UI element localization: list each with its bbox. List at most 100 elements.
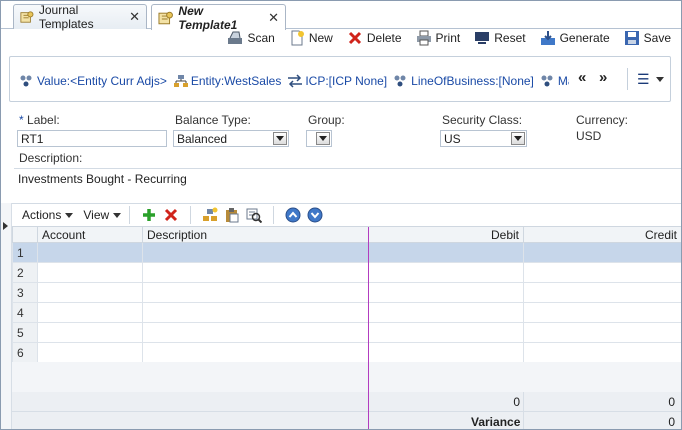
account-cell[interactable] bbox=[37, 282, 143, 303]
divider bbox=[627, 68, 628, 90]
chevron-down-icon[interactable] bbox=[273, 132, 287, 145]
grid-collapse-strip[interactable] bbox=[1, 203, 12, 429]
delete-row-icon[interactable] bbox=[163, 207, 179, 223]
pov-label: LineOfBusiness:[None] bbox=[411, 74, 534, 88]
close-icon[interactable]: ✕ bbox=[129, 9, 140, 25]
pov-previous-button[interactable]: « bbox=[578, 69, 586, 86]
add-row-icon[interactable] bbox=[141, 207, 157, 223]
debit-cell[interactable] bbox=[368, 282, 524, 303]
row-number: 5 bbox=[12, 322, 38, 343]
pov-next-button[interactable]: » bbox=[599, 69, 607, 86]
pov-menu-button[interactable]: ☰ bbox=[637, 71, 664, 88]
table-row[interactable]: 5 bbox=[12, 322, 681, 343]
pov-item-value[interactable]: Value:<Entity Curr Adjs> bbox=[19, 72, 167, 90]
currency-caption: Currency: bbox=[576, 113, 629, 127]
pov-item-markets[interactable]: Markets bbox=[540, 72, 569, 90]
label-input[interactable]: RT1 bbox=[17, 130, 167, 147]
description-cell[interactable] bbox=[142, 262, 369, 283]
print-label: Print bbox=[435, 31, 461, 45]
journal-lines-grid: Account Description Debit Credit 1 2 3 4… bbox=[12, 226, 681, 363]
pov-item-icp[interactable]: ICP:[ICP None] bbox=[287, 72, 387, 90]
new-label: New bbox=[308, 31, 333, 45]
scan-label: Scan bbox=[247, 31, 275, 45]
move-down-icon[interactable] bbox=[307, 207, 323, 223]
new-button[interactable]: New bbox=[289, 30, 333, 46]
pov-item-entity[interactable]: Entity:WestSales bbox=[173, 72, 281, 90]
credit-cell[interactable] bbox=[523, 302, 681, 323]
label-caption-text: Label: bbox=[27, 113, 60, 127]
divider bbox=[190, 206, 192, 224]
debit-cell[interactable] bbox=[368, 302, 524, 323]
credit-cell[interactable] bbox=[523, 282, 681, 303]
generate-icon bbox=[540, 31, 555, 45]
table-row[interactable]: 1 bbox=[12, 242, 681, 263]
search-grid-icon[interactable] bbox=[246, 207, 263, 223]
account-cell[interactable] bbox=[37, 242, 143, 263]
credit-cell[interactable] bbox=[523, 242, 681, 263]
delete-x-icon bbox=[348, 31, 361, 45]
save-button[interactable]: Save bbox=[624, 30, 671, 46]
entity-hierarchy-icon bbox=[173, 75, 188, 87]
tab-new-template[interactable]: New Template1 ✕ bbox=[151, 4, 286, 32]
description-cell[interactable] bbox=[142, 302, 369, 323]
column-header-debit[interactable]: Debit bbox=[368, 226, 524, 243]
pov-item-line-of-business[interactable]: LineOfBusiness:[None] bbox=[393, 72, 534, 90]
description-cell[interactable] bbox=[142, 242, 369, 263]
column-header-credit[interactable]: Credit bbox=[523, 226, 681, 243]
chevron-down-icon[interactable] bbox=[511, 132, 525, 145]
tab-journal-templates[interactable]: Journal Templates ✕ bbox=[13, 3, 147, 31]
description-cell[interactable] bbox=[142, 322, 369, 343]
column-header-description[interactable]: Description bbox=[142, 226, 369, 243]
reset-button[interactable]: Reset bbox=[474, 30, 526, 46]
debit-cell[interactable] bbox=[368, 262, 524, 283]
paste-icon[interactable] bbox=[224, 207, 240, 223]
description-cell[interactable] bbox=[142, 342, 369, 363]
debit-cell[interactable] bbox=[368, 242, 524, 263]
table-row[interactable]: 2 bbox=[12, 262, 681, 283]
printer-icon bbox=[416, 30, 431, 46]
balance-type-select[interactable]: Balanced bbox=[173, 130, 289, 147]
row-number-header bbox=[12, 226, 38, 243]
chevron-down-icon[interactable] bbox=[316, 132, 330, 145]
group-caption: Group: bbox=[308, 113, 345, 127]
debit-cell[interactable] bbox=[368, 342, 524, 363]
account-cell[interactable] bbox=[37, 302, 143, 323]
row-number: 1 bbox=[12, 242, 38, 263]
description-cell[interactable] bbox=[142, 282, 369, 303]
currency-value: USD bbox=[576, 129, 602, 143]
account-cell[interactable] bbox=[37, 342, 143, 363]
divider bbox=[129, 206, 131, 224]
credit-cell[interactable] bbox=[523, 262, 681, 283]
close-icon[interactable]: ✕ bbox=[268, 10, 279, 26]
balance-type-caption: Balance Type: bbox=[175, 113, 251, 127]
account-cell[interactable] bbox=[37, 262, 143, 283]
delete-label: Delete bbox=[366, 31, 402, 45]
group-select[interactable] bbox=[306, 130, 332, 147]
pov-items: Value:<Entity Curr Adjs> Entity:WestSale… bbox=[19, 72, 569, 90]
dimension-icon bbox=[20, 75, 32, 87]
table-row[interactable]: 3 bbox=[12, 282, 681, 303]
description-textarea[interactable]: Investments Bought - Recurring bbox=[14, 168, 681, 200]
table-row[interactable]: 4 bbox=[12, 302, 681, 323]
description-caption: Description: bbox=[19, 151, 83, 165]
credit-cell[interactable] bbox=[523, 322, 681, 343]
delete-button[interactable]: Delete bbox=[347, 30, 402, 46]
view-menu[interactable]: View bbox=[83, 208, 122, 222]
grid-empty-area bbox=[12, 362, 681, 392]
actions-menu[interactable]: Actions bbox=[22, 208, 74, 222]
scan-button[interactable]: Scan bbox=[227, 30, 275, 46]
print-button[interactable]: Print bbox=[416, 30, 461, 46]
column-header-account[interactable]: Account bbox=[37, 226, 143, 243]
security-class-select[interactable]: US bbox=[440, 130, 527, 147]
column-splitter[interactable] bbox=[368, 227, 369, 429]
generate-button[interactable]: Generate bbox=[540, 30, 610, 46]
view-label: View bbox=[83, 208, 110, 222]
pov-label: ICP:[ICP None] bbox=[305, 74, 388, 88]
account-cell[interactable] bbox=[37, 322, 143, 343]
table-row[interactable]: 6 bbox=[12, 342, 681, 363]
credit-cell[interactable] bbox=[523, 342, 681, 363]
member-selector-icon[interactable] bbox=[202, 207, 218, 223]
expand-triangle-icon[interactable] bbox=[2, 221, 10, 231]
move-up-icon[interactable] bbox=[285, 207, 301, 223]
debit-cell[interactable] bbox=[368, 322, 524, 343]
